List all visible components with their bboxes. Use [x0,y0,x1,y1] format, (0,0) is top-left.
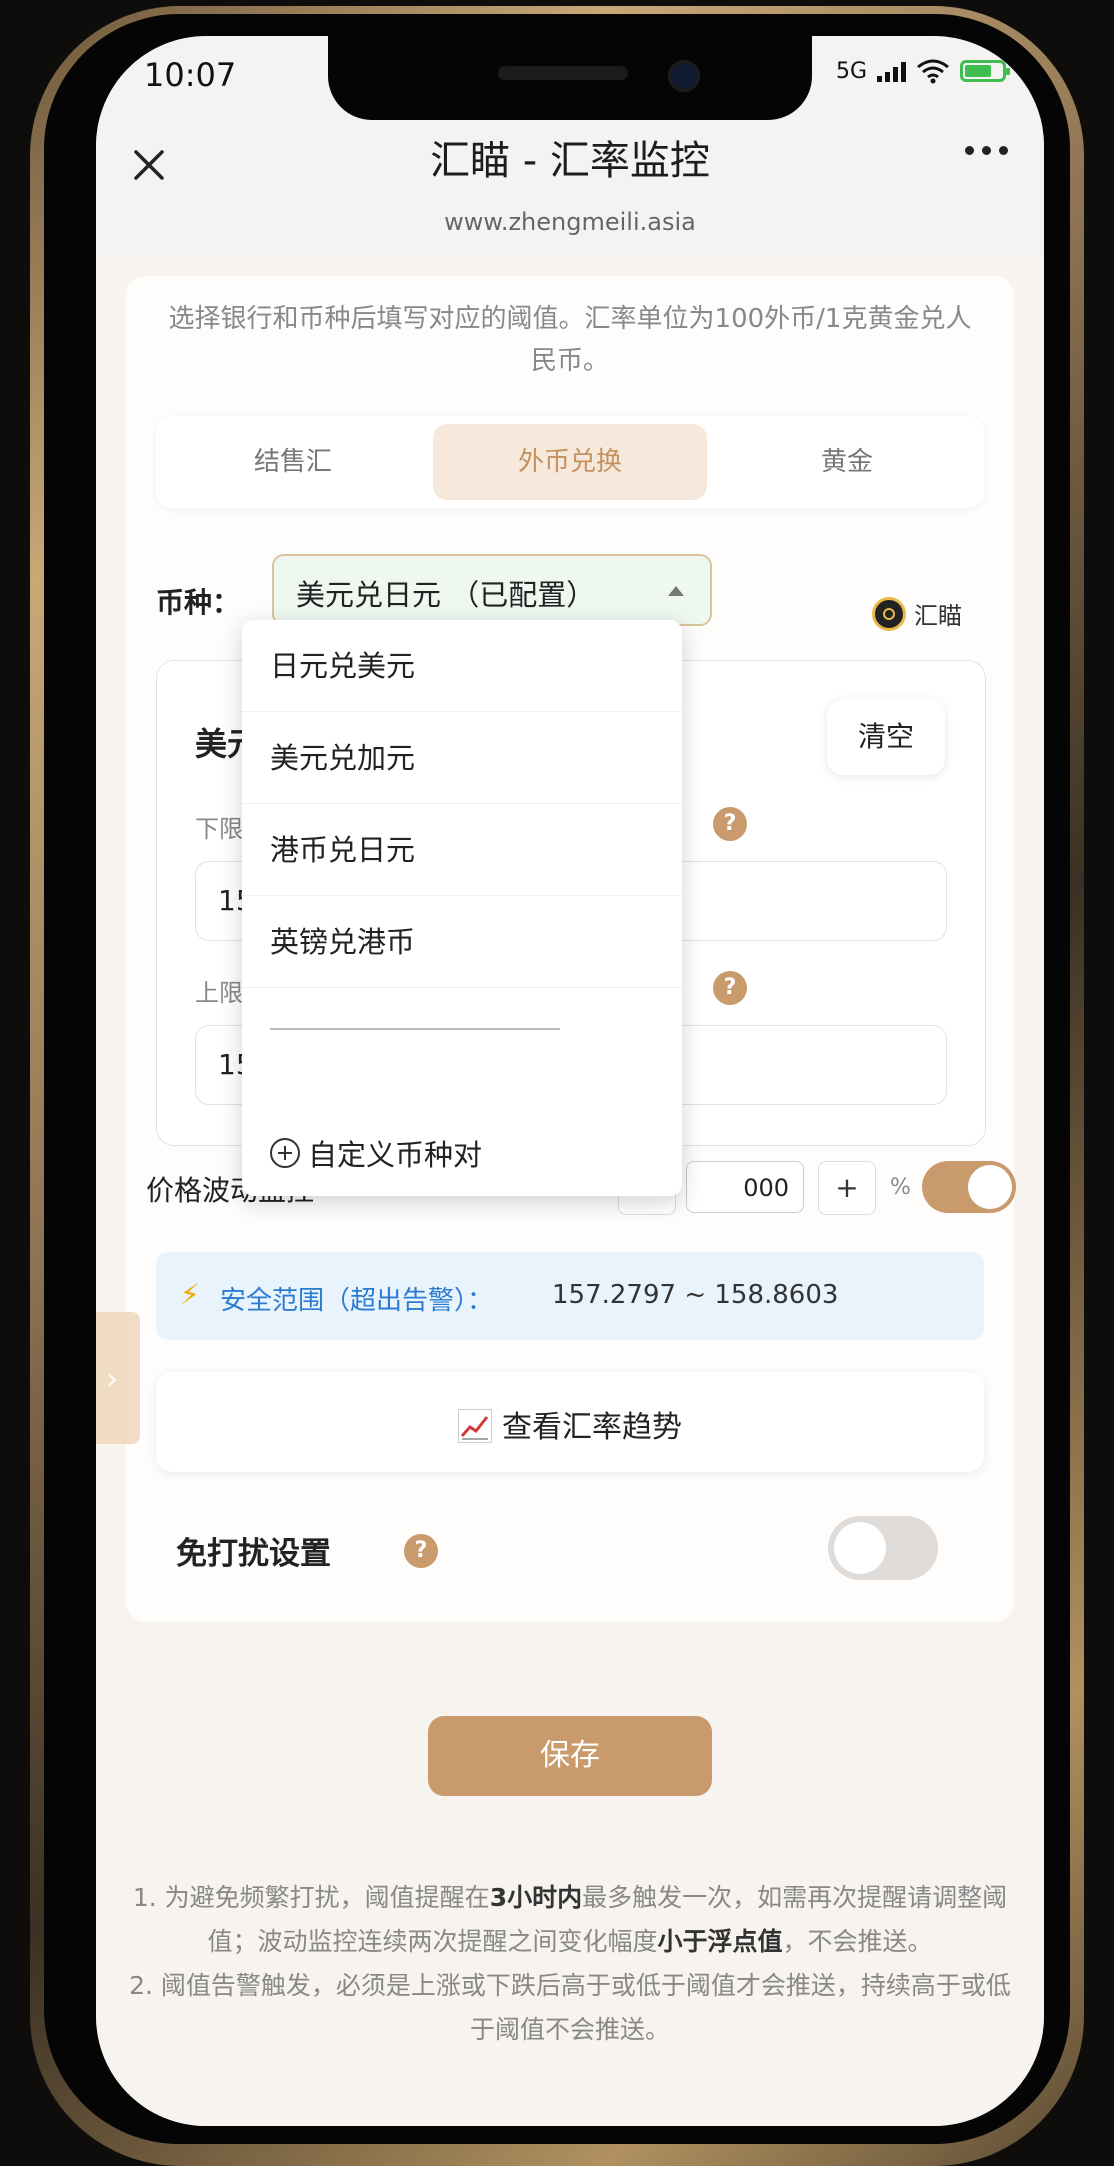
wifi-icon [917,59,949,84]
header-bar: 汇瞄 - 汇率监控 www.zhengmeili.asia [96,116,1044,256]
fluctuation-toggle[interactable] [922,1161,1016,1213]
save-button[interactable]: 保存 [428,1716,712,1796]
safe-range-label: 安全范围（超出告警）： [220,1286,494,1316]
currency-dropdown-menu: 日元兑美元 美元兑加元 港币兑日元 英镑兑港币 自定义币种对 [242,620,682,1196]
page-title: 汇瞄 - 汇率监控 [430,138,710,184]
fluctuation-input[interactable]: 000 [686,1161,804,1213]
watermark: 汇瞄 [872,596,962,631]
plus-circle-icon [270,1138,300,1168]
chart-trend-icon [458,1409,492,1443]
watermark-text: 汇瞄 [914,602,962,630]
currency-select[interactable]: 美元兑日元 （已配置） [272,554,712,626]
dropdown-item[interactable]: 港币兑日元 [242,804,682,896]
dnd-label: 免打扰设置 [176,1536,331,1572]
help-icon[interactable]: ? [404,1534,438,1568]
dnd-toggle[interactable] [828,1516,938,1580]
network-label: 5G [835,58,867,84]
speaker [498,66,628,80]
hint-text: 选择银行和币种后填写对应的阈值。汇率单位为100外币/1克黄金兑人民币。 [168,304,972,376]
clear-button[interactable]: 清空 [827,699,945,775]
fluctuation-plus-button[interactable]: + [818,1161,876,1215]
content-area: 选择银行和币种后填写对应的阈值。汇率单位为100外币/1克黄金兑人民币。 结售汇… [96,256,1044,2126]
front-camera [668,60,700,92]
custom-pair-item[interactable]: 自定义币种对 [270,1132,482,1174]
caret-up-icon [668,586,684,596]
note-1-bold: 小于浮点值 [657,1927,783,1956]
dropdown-item[interactable]: 英镑兑港币 [242,896,682,988]
currency-selected-value: 美元兑日元 （已配置） [296,578,596,612]
notch [328,36,812,120]
signal-icon [877,60,906,82]
tab-bar: 结售汇 外币兑换 黄金 [156,416,984,508]
dropdown-item[interactable]: 日元兑美元 [242,620,682,712]
chevron-right-icon: › [106,1362,118,1397]
status-icons: 5G [835,58,1010,84]
tab-jieshouhui[interactable]: 结售汇 [156,424,430,500]
custom-pair-label: 自定义币种对 [308,1138,483,1172]
note-2: 2. 阈值告警触发，必须是上涨或下跌后高于或低于阈值才会推送，持续高于或低于阈值… [129,1971,1011,2044]
page-url: www.zhengmeili.asia [444,208,696,236]
status-time: 10:07 [144,56,237,94]
lightning-icon: ⚡ [180,1278,200,1311]
note-1-bold: 3小时内 [489,1883,583,1912]
currency-label: 币种： [156,586,241,619]
note-1-part: ，不会推送。 [782,1927,933,1956]
note-1-part: 1. 为避免频繁打扰，阈值提醒在 [132,1883,490,1912]
more-icon[interactable] [965,146,1008,155]
screen: 10:07 5G 汇瞄 - 汇率监控 www.zhengmeili.asia 选… [96,36,1044,2126]
side-drawer-handle[interactable]: › [96,1312,140,1444]
help-icon[interactable]: ? [713,807,747,841]
safe-range-banner: ⚡ 安全范围（超出告警）： 157.2797 ~ 158.8603 [156,1252,984,1340]
percent-unit: % [890,1175,911,1200]
view-trend-label: 查看汇率趋势 [502,1410,682,1445]
dropdown-divider [270,1028,560,1030]
logo-icon [872,596,906,631]
safe-range-value: 157.2797 ~ 158.8603 [552,1280,839,1310]
view-trend-button[interactable]: 查看汇率趋势 [156,1372,984,1472]
tab-waibi-duihuan[interactable]: 外币兑换 [433,424,707,500]
tab-huangjin[interactable]: 黄金 [710,424,984,500]
notes: 1. 为避免频繁打扰，阈值提醒在3小时内最多触发一次，如需再次提醒请调整阈值；波… [126,1876,1014,2052]
battery-icon [960,60,1010,82]
dropdown-item[interactable]: 美元兑加元 [242,712,682,804]
help-icon[interactable]: ? [713,971,747,1005]
